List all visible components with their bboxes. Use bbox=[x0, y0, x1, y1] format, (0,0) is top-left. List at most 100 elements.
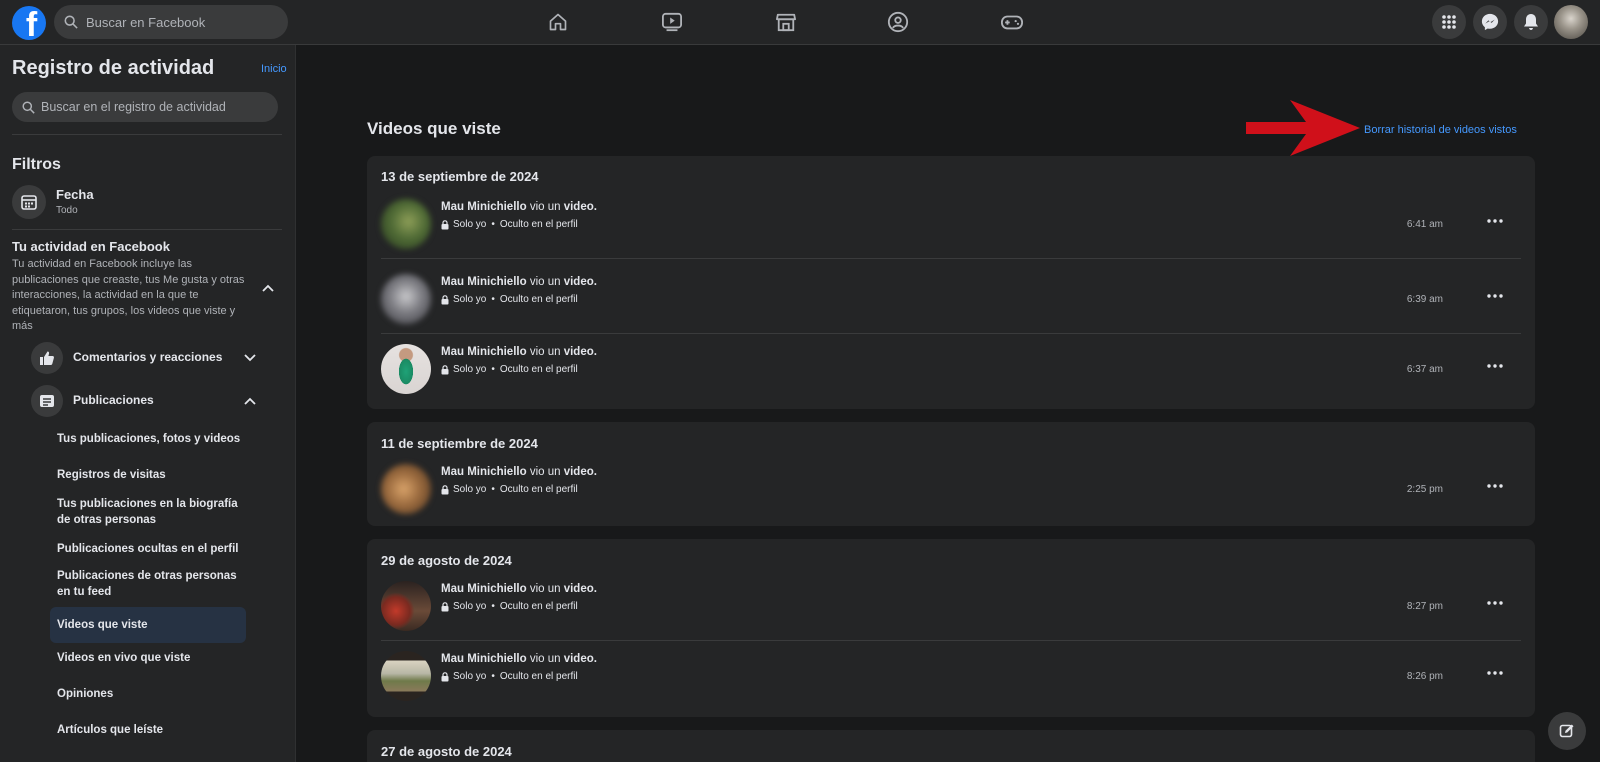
entry-user[interactable]: Mau Minichiello bbox=[441, 583, 527, 595]
privacy-label: Solo yo bbox=[453, 294, 487, 305]
entry-time: 6:41 am bbox=[1406, 219, 1443, 230]
divider bbox=[381, 258, 1521, 259]
entry-time: 2:25 pm bbox=[1406, 484, 1443, 495]
annotation-arrow-icon bbox=[1246, 100, 1360, 156]
notifications-icon[interactable] bbox=[1514, 5, 1548, 39]
divider bbox=[12, 134, 282, 135]
marketplace-icon[interactable] bbox=[774, 10, 798, 34]
date-filter-label[interactable]: Fecha bbox=[56, 187, 94, 202]
filters-heading: Filtros bbox=[12, 156, 61, 173]
more-options-icon[interactable] bbox=[1483, 211, 1507, 231]
lock-icon bbox=[441, 484, 449, 494]
search-icon bbox=[22, 100, 35, 114]
entry-user[interactable]: Mau Minichiello bbox=[441, 201, 527, 213]
activity-date-group: 27 de agosto de 2024 bbox=[367, 730, 1535, 762]
lock-icon bbox=[441, 601, 449, 611]
visibility-label: Oculto en el perfil bbox=[499, 364, 578, 375]
group-date: 29 de agosto de 2024 bbox=[381, 553, 512, 568]
activity-sidebar: Registro de actividad Inicio Buscar en e… bbox=[0, 45, 296, 762]
facebook-search-input[interactable]: Buscar en Facebook bbox=[54, 5, 288, 39]
chevron-up-icon[interactable] bbox=[242, 393, 258, 409]
home-link[interactable]: Inicio bbox=[261, 63, 287, 75]
visibility-label: Oculto en el perfil bbox=[499, 294, 578, 305]
video-thumbnail[interactable] bbox=[381, 344, 431, 394]
lock-icon bbox=[441, 294, 449, 304]
groups-icon[interactable] bbox=[886, 10, 910, 34]
video-thumbnail[interactable] bbox=[381, 581, 431, 631]
video-thumbnail[interactable] bbox=[381, 651, 431, 701]
home-icon[interactable] bbox=[546, 10, 570, 34]
activity-section-description: Tu actividad en Facebook incluye las pub… bbox=[12, 258, 245, 332]
sidebar-item-videos-watched[interactable]: Videos que viste bbox=[50, 607, 246, 643]
chevron-up-icon[interactable] bbox=[260, 280, 276, 296]
clear-watch-history-link[interactable]: Borrar historial de videos vistos bbox=[1364, 124, 1517, 136]
compose-message-icon[interactable] bbox=[1548, 712, 1586, 750]
top-bar: f Buscar en Facebook bbox=[0, 0, 1600, 45]
group-date: 11 de septiembre de 2024 bbox=[381, 436, 538, 451]
activity-search-input[interactable]: Buscar en el registro de actividad bbox=[12, 92, 278, 122]
page-title: Videos que viste bbox=[367, 119, 501, 138]
search-icon bbox=[64, 15, 78, 29]
activity-entry[interactable]: Mau Minichiello vio un video. Solo yo • Oc… bbox=[367, 264, 1535, 334]
sidebar-item-reviews[interactable]: Opiniones bbox=[50, 682, 246, 706]
more-options-icon[interactable] bbox=[1483, 663, 1507, 683]
sidebar-item-others-posts-in-feed[interactable]: Publicaciones de otras personas en tu fe… bbox=[50, 566, 246, 602]
more-options-icon[interactable] bbox=[1483, 476, 1507, 496]
entry-user[interactable]: Mau Minichiello bbox=[441, 653, 527, 665]
entry-user[interactable]: Mau Minichiello bbox=[441, 346, 527, 358]
entry-user[interactable]: Mau Minichiello bbox=[441, 466, 527, 478]
video-thumbnail[interactable] bbox=[381, 199, 431, 249]
menu-grid-icon[interactable] bbox=[1432, 5, 1466, 39]
facebook-search-placeholder: Buscar en Facebook bbox=[86, 14, 206, 30]
messenger-icon[interactable] bbox=[1473, 5, 1507, 39]
video-thumbnail[interactable] bbox=[381, 274, 431, 324]
date-filter-value: Todo bbox=[56, 205, 78, 216]
divider bbox=[12, 229, 282, 230]
sidebar-item-posts-on-others-timeline[interactable]: Tus publicaciones en la biografía de otr… bbox=[50, 494, 246, 530]
activity-date-group: 29 de agosto de 2024 Mau Minichiello vio… bbox=[367, 539, 1535, 717]
activity-search-placeholder: Buscar en el registro de actividad bbox=[41, 100, 226, 114]
privacy-label: Solo yo bbox=[453, 219, 487, 230]
visibility-label: Oculto en el perfil bbox=[499, 484, 578, 495]
sidebar-item-check-ins[interactable]: Registros de visitas bbox=[50, 463, 246, 487]
entry-time: 6:39 am bbox=[1406, 294, 1443, 305]
entry-time: 8:27 pm bbox=[1406, 601, 1443, 612]
video-thumbnail[interactable] bbox=[381, 464, 431, 514]
posts-icon[interactable] bbox=[31, 385, 63, 417]
profile-avatar[interactable] bbox=[1554, 5, 1588, 39]
visibility-label: Oculto en el perfil bbox=[499, 219, 578, 230]
more-options-icon[interactable] bbox=[1483, 356, 1507, 376]
activity-entry[interactable]: Mau Minichiello vio un video. Solo yo • Oc… bbox=[367, 571, 1535, 641]
activity-section-title: Tu actividad en Facebook bbox=[12, 239, 170, 254]
privacy-label: Solo yo bbox=[453, 601, 487, 612]
visibility-label: Oculto en el perfil bbox=[499, 671, 578, 682]
visibility-label: Oculto en el perfil bbox=[499, 601, 578, 612]
group-date: 27 de agosto de 2024 bbox=[381, 744, 512, 759]
privacy-label: Solo yo bbox=[453, 364, 487, 375]
chevron-down-icon[interactable] bbox=[242, 350, 258, 366]
thumbs-up-icon[interactable] bbox=[31, 342, 63, 374]
gaming-icon[interactable] bbox=[1000, 10, 1024, 34]
entry-time: 8:26 pm bbox=[1406, 671, 1443, 682]
activity-entry[interactable]: Mau Minichiello vio un video. Solo yo • Oc… bbox=[367, 334, 1535, 404]
lock-icon bbox=[441, 219, 449, 229]
sidebar-item-articles-read[interactable]: Artículos que leíste bbox=[50, 718, 246, 742]
calendar-icon[interactable] bbox=[12, 185, 46, 219]
category-comments-reactions[interactable]: Comentarios y reacciones bbox=[73, 350, 222, 364]
sidebar-item-live-videos-watched[interactable]: Videos en vivo que viste bbox=[50, 646, 246, 670]
group-date: 13 de septiembre de 2024 bbox=[381, 169, 539, 184]
activity-entry[interactable]: Mau Minichiello vio un video. Solo yo • Oc… bbox=[367, 189, 1535, 259]
category-posts[interactable]: Publicaciones bbox=[73, 393, 154, 407]
watch-icon[interactable] bbox=[660, 10, 684, 34]
sidebar-item-hidden-posts[interactable]: Publicaciones ocultas en el perfil bbox=[50, 537, 246, 561]
sidebar-item-your-posts[interactable]: Tus publicaciones, fotos y videos bbox=[50, 427, 246, 451]
more-options-icon[interactable] bbox=[1483, 286, 1507, 306]
sidebar-title: Registro de actividad bbox=[12, 57, 215, 79]
privacy-label: Solo yo bbox=[453, 484, 487, 495]
more-options-icon[interactable] bbox=[1483, 593, 1507, 613]
privacy-label: Solo yo bbox=[453, 671, 487, 682]
activity-entry[interactable]: Mau Minichiello vio un video. Solo yo • Oc… bbox=[367, 641, 1535, 711]
activity-entry[interactable]: Mau Minichiello vio un video. Solo yo • Oc… bbox=[367, 454, 1535, 524]
entry-user[interactable]: Mau Minichiello bbox=[441, 276, 527, 288]
facebook-logo-icon[interactable]: f bbox=[12, 6, 46, 40]
